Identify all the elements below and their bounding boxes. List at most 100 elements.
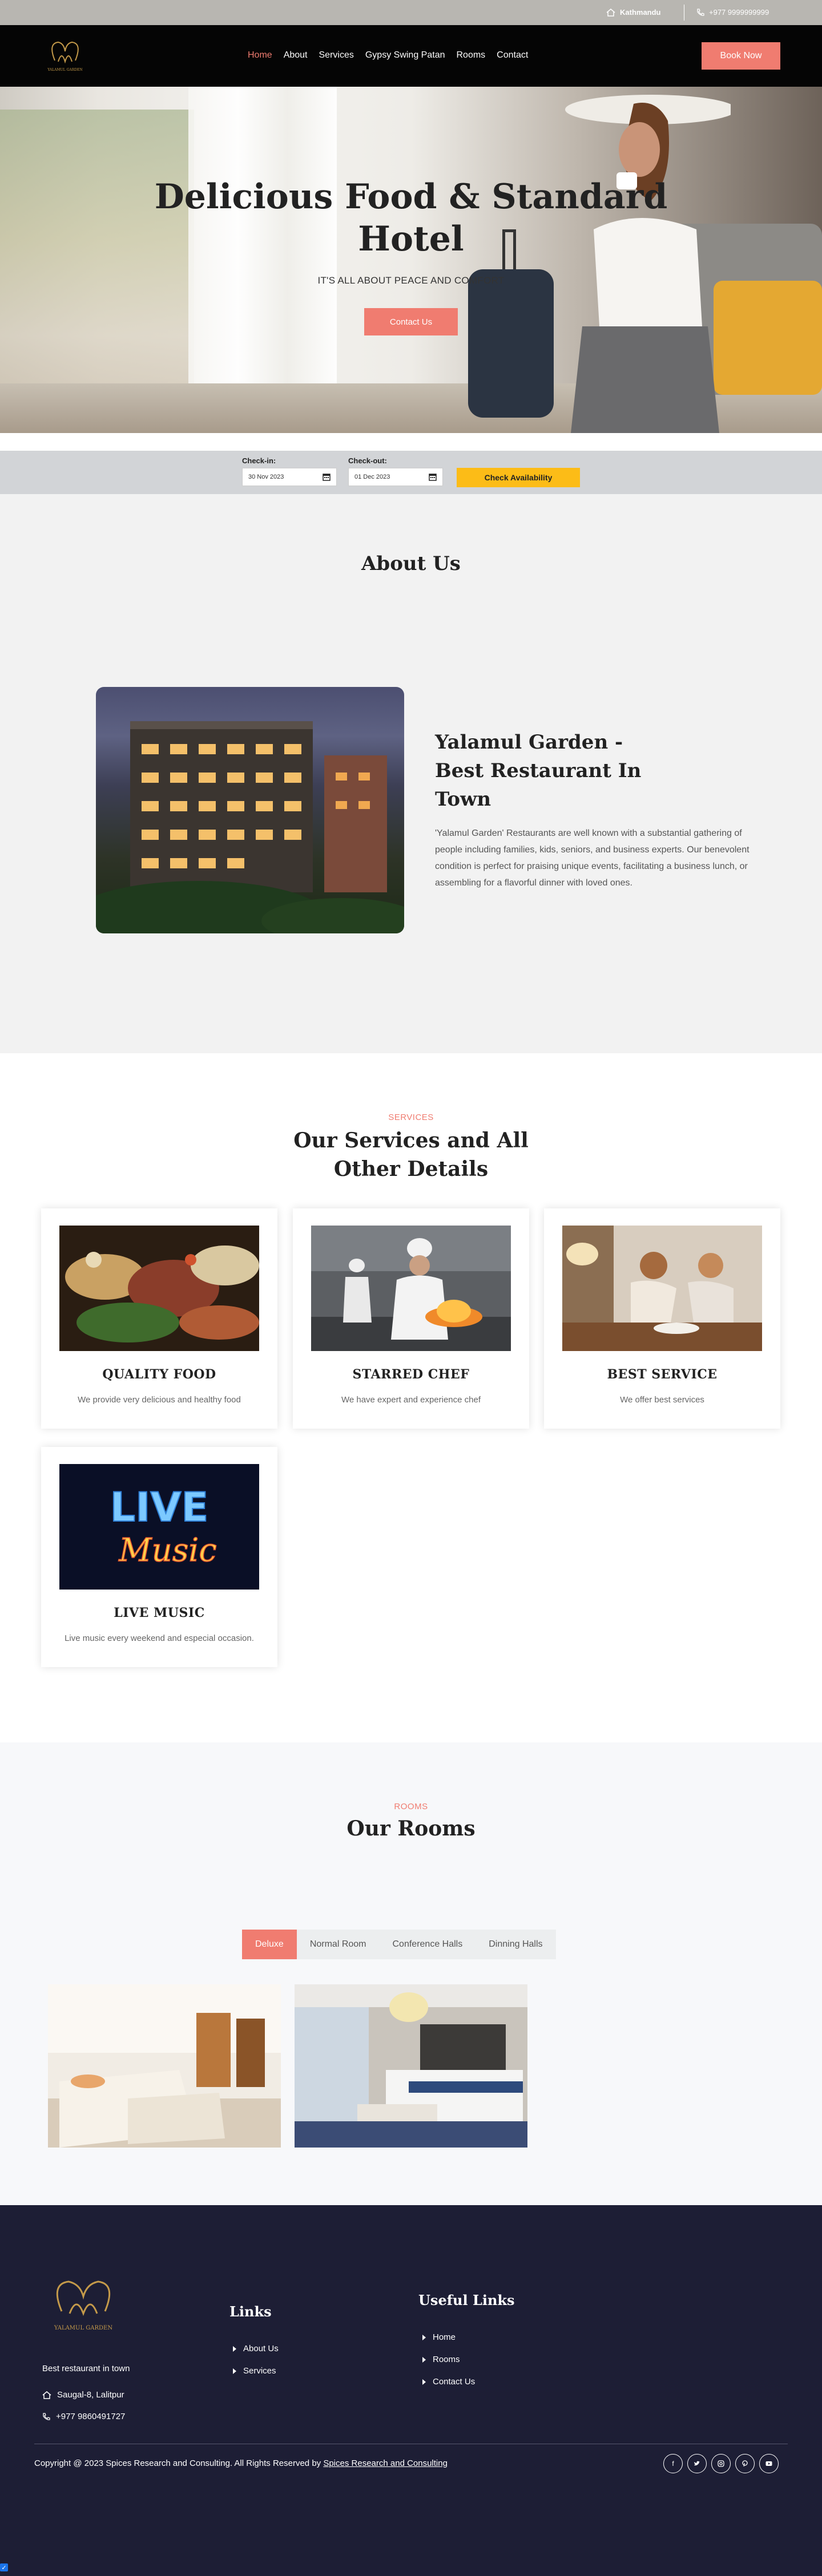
tab-dinning-halls[interactable]: Dinning Halls bbox=[476, 1930, 555, 1959]
live-music-image: LIVE Music bbox=[59, 1464, 259, 1590]
services-heading: Our Services and All Other Details bbox=[0, 1126, 822, 1183]
room-tabs: Deluxe Normal Room Conference Halls Dinn… bbox=[242, 1930, 556, 1959]
footer-link-label: About Us bbox=[243, 2344, 279, 2353]
nav-rooms[interactable]: Rooms bbox=[456, 50, 485, 60]
phone-info: +977 9999999999 bbox=[696, 8, 769, 17]
footer-phone-text: +977 9860491727 bbox=[56, 2412, 126, 2421]
checkin-value: 30 Nov 2023 bbox=[248, 474, 284, 480]
hero-title: Delicious Food & Standard Hotel bbox=[0, 176, 822, 260]
nav-contact[interactable]: Contact bbox=[497, 50, 528, 60]
services-section: SERVICES Our Services and All Other Detai… bbox=[0, 1053, 822, 1742]
footer-link-rooms[interactable]: Rooms bbox=[422, 2348, 475, 2371]
phone-text: +977 9999999999 bbox=[709, 8, 769, 17]
caret-right-icon bbox=[422, 2334, 426, 2340]
footer-link-home[interactable]: Home bbox=[422, 2326, 475, 2348]
service-card-live-music: LIVE Music LIVE MUSIC Live music every w… bbox=[41, 1447, 277, 1667]
checkout-input[interactable]: 01 Dec 2023 bbox=[348, 468, 443, 486]
twitter-icon[interactable] bbox=[687, 2454, 707, 2473]
service-title-quality-food: QUALITY FOOD bbox=[102, 1367, 216, 1382]
service-card-best-service: BEST SERVICE We offer best services bbox=[544, 1208, 780, 1429]
about-description: 'Yalamul Garden' Restaurants are well kn… bbox=[435, 828, 750, 888]
main-navbar: YALAMUL GARDEN Home About Services Gypsy… bbox=[0, 25, 822, 87]
home-icon bbox=[606, 8, 615, 17]
service-title-starred-chef: STARRED CHEF bbox=[352, 1367, 470, 1382]
location-info: Kathmandu bbox=[606, 8, 661, 17]
service-title-live-music: LIVE MUSIC bbox=[114, 1606, 205, 1620]
youtube-icon[interactable] bbox=[759, 2454, 779, 2473]
social-links: f bbox=[663, 2454, 779, 2473]
services-eyebrow: SERVICES bbox=[388, 1113, 434, 1122]
hero-suitcase bbox=[468, 269, 554, 418]
services-heading-line1: Our Services and All bbox=[293, 1129, 529, 1152]
rooms-section: ROOMS Our Rooms Deluxe Normal Room Confe… bbox=[0, 1742, 822, 2205]
pinterest-icon[interactable] bbox=[735, 2454, 755, 2473]
checkin-input[interactable]: 30 Nov 2023 bbox=[242, 468, 337, 486]
checkout-label: Check-out: bbox=[348, 456, 387, 465]
footer-tagline: Best restaurant in town bbox=[42, 2364, 130, 2373]
tab-deluxe[interactable]: Deluxe bbox=[242, 1930, 297, 1959]
starred-chef-image bbox=[311, 1226, 511, 1351]
service-text-starred-chef: We have expert and experience chef bbox=[341, 1395, 481, 1405]
nav-gypsy-swing-patan[interactable]: Gypsy Swing Patan bbox=[365, 50, 445, 60]
check-availability-button[interactable]: Check Availability bbox=[457, 468, 580, 487]
availability-bar: Check-in: 30 Nov 2023 Check-out: 01 Dec … bbox=[0, 451, 822, 494]
about-title: Yalamul Garden - Best Restaurant In Town bbox=[435, 731, 642, 811]
rooms-eyebrow: ROOMS bbox=[394, 1802, 428, 1811]
footer-links-heading: Links bbox=[229, 2303, 272, 2320]
quality-food-image bbox=[59, 1226, 259, 1351]
best-service-image bbox=[562, 1226, 762, 1351]
hero-tagline: IT'S ALL ABOUT PEACE AND COMFORT bbox=[317, 275, 505, 286]
about-section: About Us Yalamul Garden - Best Restauran… bbox=[0, 494, 822, 1053]
rooms-heading: Our Rooms bbox=[346, 1817, 476, 1841]
service-text-quality-food: We provide very delicious and healthy fo… bbox=[78, 1395, 241, 1405]
footer-link-about-us[interactable]: About Us bbox=[233, 2338, 279, 2360]
phone-icon bbox=[697, 8, 704, 16]
home-icon bbox=[42, 2391, 51, 2399]
calendar-icon[interactable] bbox=[429, 473, 437, 481]
room-image-deluxe-1[interactable] bbox=[48, 1984, 281, 2148]
checkbox-icon[interactable]: ✓ bbox=[0, 2563, 8, 2571]
location-text: Kathmandu bbox=[620, 8, 661, 17]
service-card-starred-chef: STARRED CHEF We have expert and experien… bbox=[293, 1208, 529, 1429]
copyright-prefix: Copyright @ 2023 Spices Research and Con… bbox=[34, 2458, 321, 2468]
tab-normal-room[interactable]: Normal Room bbox=[297, 1930, 380, 1959]
calendar-icon[interactable] bbox=[323, 473, 331, 481]
footer-link-label: Home bbox=[433, 2332, 456, 2342]
tab-conference-halls[interactable]: Conference Halls bbox=[380, 1930, 476, 1959]
footer-link-contact-us[interactable]: Contact Us bbox=[422, 2371, 475, 2393]
checkout-value: 01 Dec 2023 bbox=[354, 474, 390, 480]
svg-text:YALAMUL GARDEN: YALAMUL GARDEN bbox=[47, 68, 82, 72]
footer-address-text: Saugal-8, Lalitpur bbox=[57, 2390, 124, 2400]
hero-title-line1: Delicious Food & Standard bbox=[154, 177, 668, 217]
footer-links-list: About Us Services bbox=[233, 2338, 279, 2382]
about-heading: About Us bbox=[361, 552, 461, 575]
brand-logo[interactable]: YALAMUL GARDEN bbox=[42, 38, 88, 75]
nav-about[interactable]: About bbox=[284, 50, 308, 60]
caret-right-icon bbox=[422, 2356, 426, 2363]
footer-link-label: Rooms bbox=[433, 2355, 460, 2364]
service-card-quality-food: QUALITY FOOD We provide very delicious a… bbox=[41, 1208, 277, 1429]
facebook-icon[interactable]: f bbox=[663, 2454, 683, 2473]
svg-text:YALAMUL GARDEN: YALAMUL GARDEN bbox=[54, 2325, 112, 2331]
book-now-button[interactable]: Book Now bbox=[702, 42, 780, 70]
footer-link-label: Contact Us bbox=[433, 2377, 476, 2387]
instagram-icon[interactable] bbox=[711, 2454, 731, 2473]
hero-banner: Delicious Food & Standard Hotel IT'S ALL … bbox=[0, 87, 822, 433]
primary-nav: Home About Services Gypsy Swing Patan Ro… bbox=[248, 50, 528, 60]
nav-home[interactable]: Home bbox=[248, 50, 272, 60]
live-sign-bottom: Music bbox=[118, 1532, 216, 1569]
footer-useful-list: Home Rooms Contact Us bbox=[422, 2326, 475, 2393]
footer-logo[interactable]: YALAMUL GARDEN bbox=[42, 2274, 124, 2336]
services-heading-line2: Other Details bbox=[333, 1157, 489, 1181]
nav-services[interactable]: Services bbox=[319, 50, 354, 60]
room-image-deluxe-2[interactable] bbox=[295, 1984, 527, 2148]
copyright-text: Copyright @ 2023 Spices Research and Con… bbox=[34, 2458, 448, 2468]
contact-us-button[interactable]: Contact Us bbox=[364, 308, 458, 335]
service-text-live-music: Live music every weekend and especial oc… bbox=[65, 1633, 254, 1643]
footer-address: Saugal-8, Lalitpur bbox=[42, 2390, 124, 2400]
footer-link-services[interactable]: Services bbox=[233, 2360, 279, 2382]
copyright-link[interactable]: Spices Research and Consulting bbox=[323, 2458, 448, 2468]
service-title-best-service: BEST SERVICE bbox=[607, 1367, 718, 1382]
footer-link-label: Services bbox=[243, 2366, 276, 2376]
checkin-label: Check-in: bbox=[242, 456, 276, 465]
